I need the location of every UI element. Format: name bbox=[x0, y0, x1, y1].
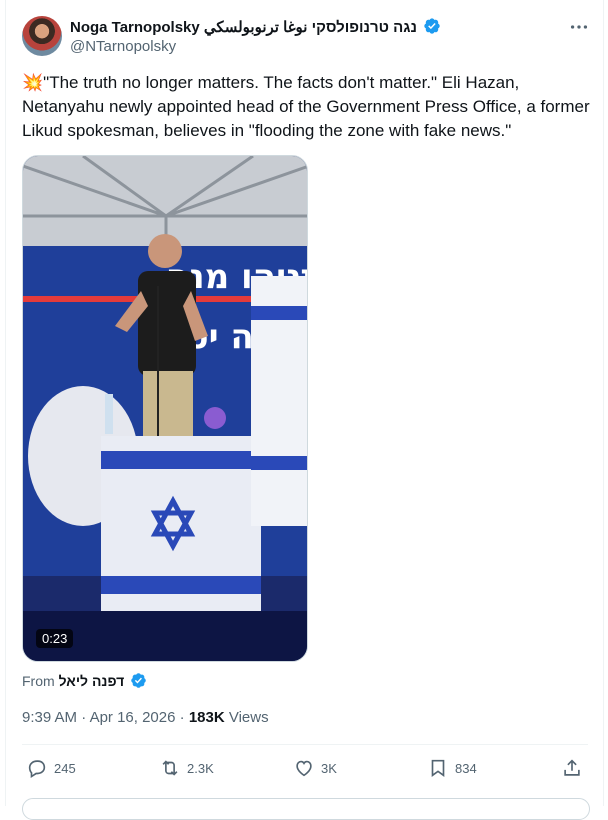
tweet-text: 💥"The truth no longer matters. The facts… bbox=[22, 73, 590, 140]
bookmark-button[interactable]: 834 bbox=[427, 756, 477, 780]
divider bbox=[22, 744, 588, 745]
like-button[interactable]: 3K bbox=[293, 756, 337, 780]
share-icon bbox=[564, 759, 580, 776]
heart-icon bbox=[296, 760, 312, 777]
video-player[interactable]: נתניהו מנה לעוצמה יטוח 0:23 bbox=[22, 155, 308, 662]
meta-separator: · bbox=[81, 709, 87, 726]
bookmark-icon bbox=[431, 759, 445, 777]
tweet-time[interactable]: 9:39 AM bbox=[22, 709, 77, 726]
meta-separator-2: · bbox=[179, 709, 185, 726]
reply-button[interactable]: 245 bbox=[26, 756, 76, 780]
source-prefix: From bbox=[22, 673, 55, 689]
share-button[interactable] bbox=[561, 756, 589, 780]
tweet-meta: 9:39 AM · Apr 16, 2026 · 183K Views bbox=[22, 709, 269, 726]
more-options-icon[interactable] bbox=[568, 16, 590, 38]
tweet-date[interactable]: Apr 16, 2026 bbox=[90, 709, 176, 726]
reply-count: 245 bbox=[54, 760, 76, 776]
source-attribution: From דפנה ליאל bbox=[22, 672, 147, 689]
author-name[interactable]: Noga Tarnopolsky נגה טרנופולסקי نوغا ترن… bbox=[70, 19, 417, 36]
author-name-row[interactable]: Noga Tarnopolsky נגה טרנופולסקי نوغا ترن… bbox=[70, 17, 441, 36]
source-verified-icon bbox=[131, 673, 146, 688]
views-count: 183K bbox=[188, 709, 225, 726]
video-duration: 0:23 bbox=[36, 629, 74, 648]
source-name[interactable]: דפנה ליאל bbox=[59, 673, 125, 689]
reply-icon bbox=[28, 760, 46, 779]
like-count: 3K bbox=[321, 760, 337, 776]
repost-count: 2.3K bbox=[187, 760, 214, 776]
verified-badge-icon bbox=[424, 18, 440, 34]
bookmark-count: 834 bbox=[455, 760, 477, 776]
author-handle[interactable]: @NTarnopolsky bbox=[70, 38, 176, 55]
reply-composer-edge[interactable] bbox=[22, 798, 590, 820]
author-avatar[interactable] bbox=[22, 16, 62, 56]
views-label: Views bbox=[228, 709, 269, 726]
repost-button[interactable]: 2.3K bbox=[159, 756, 214, 780]
video-thumbnail: נתניהו מנה לעוצמה יטוח bbox=[23, 156, 307, 661]
repost-icon bbox=[162, 760, 178, 776]
